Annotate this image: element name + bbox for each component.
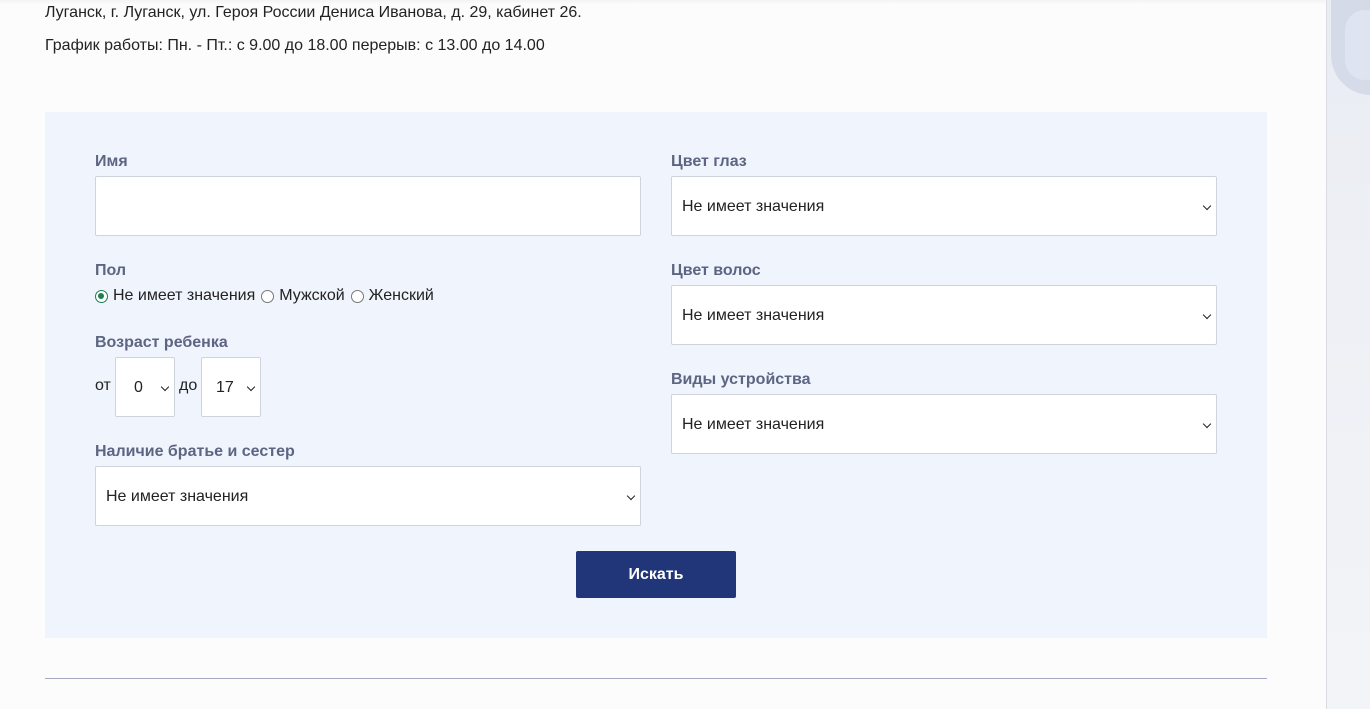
- side-map-decoration: [1326, 0, 1370, 709]
- gender-option-female[interactable]: Женский: [350, 287, 434, 305]
- chevron-down-icon: [246, 382, 256, 392]
- gender-option-label: Мужской: [279, 287, 345, 304]
- age-from-label: от: [95, 377, 111, 394]
- name-input[interactable]: [95, 176, 641, 236]
- age-from-value: 0: [134, 379, 143, 396]
- age-label: Возраст ребенка: [95, 334, 228, 351]
- placement-type-select[interactable]: Не имеет значения: [671, 394, 1217, 454]
- gender-label: Пол: [95, 262, 127, 279]
- eye-color-select[interactable]: Не имеет значения: [671, 176, 1217, 236]
- hair-color-select[interactable]: Не имеет значения: [671, 285, 1217, 345]
- gender-radio-group: Не имеет значения Мужской Женский: [95, 287, 440, 305]
- age-to-value: 17: [216, 379, 234, 396]
- eye-color-label: Цвет глаз: [671, 153, 747, 170]
- hair-color-value: Не имеет значения: [682, 307, 825, 324]
- chevron-down-icon: [1202, 419, 1212, 429]
- gender-option-label: Не имеет значения: [113, 287, 256, 304]
- search-button[interactable]: Искать: [576, 551, 736, 598]
- radio-unchecked-icon[interactable]: [261, 289, 275, 303]
- chevron-down-icon: [626, 491, 636, 501]
- age-to-select[interactable]: 17: [201, 357, 261, 417]
- age-from-select[interactable]: 0: [115, 357, 175, 417]
- gender-option-any[interactable]: Не имеет значения: [95, 287, 255, 305]
- chevron-down-icon: [1202, 310, 1212, 320]
- contact-address: Луганск, г. Луганск, ул. Героя России Де…: [45, 4, 582, 21]
- section-divider: [45, 678, 1267, 679]
- siblings-value: Не имеет значения: [106, 488, 249, 505]
- radio-checked-icon[interactable]: [95, 289, 108, 303]
- placement-type-value: Не имеет значения: [682, 416, 825, 433]
- name-label: Имя: [95, 153, 128, 170]
- gender-option-label: Женский: [368, 287, 434, 304]
- gender-option-male[interactable]: Мужской: [261, 287, 345, 305]
- map-shape: [1345, 10, 1370, 80]
- chevron-down-icon: [160, 382, 170, 392]
- radio-unchecked-icon[interactable]: [350, 289, 364, 303]
- chevron-down-icon: [1202, 201, 1212, 211]
- age-to-label: до: [179, 377, 198, 394]
- placement-type-label: Виды устройства: [671, 371, 811, 388]
- eye-color-value: Не имеет значения: [682, 198, 825, 215]
- contact-hours: График работы: Пн. - Пт.: с 9.00 до 18.0…: [45, 37, 545, 54]
- siblings-label: Наличие братье и сестер: [95, 443, 295, 460]
- siblings-select[interactable]: Не имеет значения: [95, 466, 641, 526]
- hair-color-label: Цвет волос: [671, 262, 761, 279]
- search-form: Имя Пол Не имеет значения Мужской Женски…: [45, 112, 1267, 638]
